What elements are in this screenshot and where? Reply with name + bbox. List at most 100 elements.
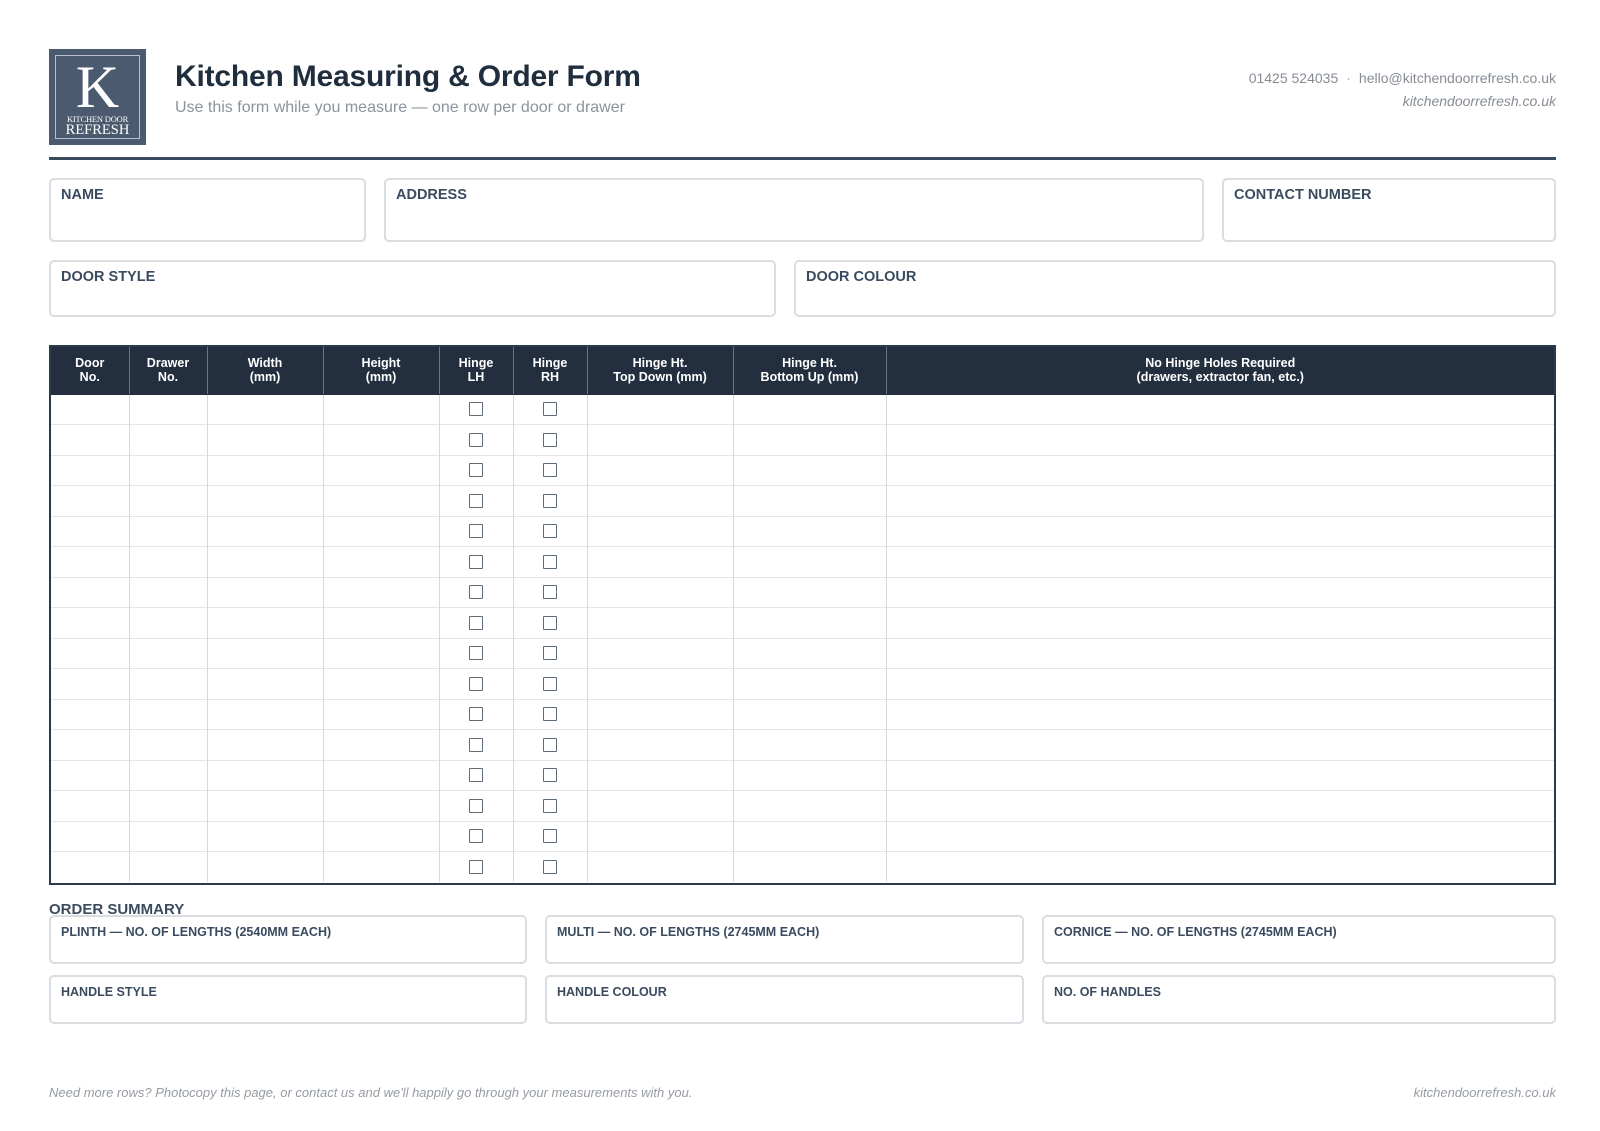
- table-cell[interactable]: [206, 515, 323, 547]
- table-cell[interactable]: [885, 668, 1554, 699]
- email-link[interactable]: hello@kitchendoorrefresh.co.uk: [1359, 70, 1556, 86]
- hinge-rh-checkbox[interactable]: [543, 585, 557, 600]
- table-cell[interactable]: [732, 607, 886, 638]
- table-cell[interactable]: [885, 576, 1554, 608]
- table-cell[interactable]: [732, 394, 886, 425]
- hinge-lh-checkbox[interactable]: [469, 493, 483, 508]
- hinge-lh-checkbox[interactable]: [469, 707, 483, 722]
- hinge-rh-checkbox[interactable]: [543, 524, 557, 539]
- table-cell[interactable]: [586, 820, 733, 852]
- hinge-rh-checkbox[interactable]: [543, 676, 557, 691]
- table-cell[interactable]: [322, 607, 439, 638]
- table-cell[interactable]: [885, 454, 1554, 486]
- hinge-lh-checkbox[interactable]: [469, 432, 483, 447]
- table-cell[interactable]: [732, 576, 886, 608]
- table-cell[interactable]: [206, 790, 323, 821]
- name-field[interactable]: NAME: [49, 178, 366, 242]
- table-cell[interactable]: [51, 576, 129, 608]
- table-cell[interactable]: [732, 729, 886, 760]
- table-cell[interactable]: [322, 820, 439, 852]
- phone-number[interactable]: 01425 524035: [1249, 70, 1339, 86]
- table-cell[interactable]: [51, 851, 129, 882]
- hinge-rh-checkbox[interactable]: [543, 402, 557, 417]
- table-cell[interactable]: [51, 607, 129, 638]
- table-cell[interactable]: [885, 546, 1554, 577]
- table-cell[interactable]: [322, 759, 439, 791]
- table-cell[interactable]: [586, 576, 733, 608]
- hinge-lh-checkbox[interactable]: [469, 615, 483, 630]
- table-cell[interactable]: [322, 668, 439, 699]
- table-cell[interactable]: [206, 394, 323, 425]
- hinge-rh-checkbox[interactable]: [543, 554, 557, 569]
- table-cell[interactable]: [732, 759, 886, 791]
- hinge-rh-checkbox[interactable]: [543, 859, 557, 874]
- table-cell[interactable]: [586, 546, 733, 577]
- hinge-rh-checkbox[interactable]: [543, 737, 557, 752]
- website-link[interactable]: kitchendoorrefresh.co.uk: [1249, 90, 1556, 113]
- hinge-lh-checkbox[interactable]: [469, 463, 483, 478]
- contact-number-field[interactable]: CONTACT NUMBER: [1222, 178, 1556, 242]
- hinge-lh-checkbox[interactable]: [469, 737, 483, 752]
- table-cell[interactable]: [128, 546, 207, 577]
- table-cell[interactable]: [885, 698, 1554, 730]
- hinge-rh-checkbox[interactable]: [543, 432, 557, 447]
- table-cell[interactable]: [322, 424, 439, 455]
- table-cell[interactable]: [885, 790, 1554, 821]
- table-cell[interactable]: [51, 790, 129, 821]
- address-field[interactable]: ADDRESS: [384, 178, 1204, 242]
- table-cell[interactable]: [128, 394, 207, 425]
- door-colour-field[interactable]: DOOR COLOUR: [794, 260, 1556, 317]
- table-cell[interactable]: [128, 454, 207, 486]
- table-cell[interactable]: [128, 851, 207, 882]
- hinge-rh-checkbox[interactable]: [543, 615, 557, 630]
- table-cell[interactable]: [206, 729, 323, 760]
- table-cell[interactable]: [51, 637, 129, 669]
- table-cell[interactable]: [206, 759, 323, 791]
- hinge-lh-checkbox[interactable]: [469, 676, 483, 691]
- table-cell[interactable]: [885, 424, 1554, 455]
- table-cell[interactable]: [206, 698, 323, 730]
- table-cell[interactable]: [51, 820, 129, 852]
- table-cell[interactable]: [51, 759, 129, 791]
- table-cell[interactable]: [732, 698, 886, 730]
- table-cell[interactable]: [586, 394, 733, 425]
- table-cell[interactable]: [206, 851, 323, 882]
- table-cell[interactable]: [51, 668, 129, 699]
- table-cell[interactable]: [322, 851, 439, 882]
- table-cell[interactable]: [322, 637, 439, 669]
- table-cell[interactable]: [51, 515, 129, 547]
- handle-colour-field[interactable]: HANDLE COLOUR: [545, 975, 1024, 1024]
- table-cell[interactable]: [732, 851, 886, 882]
- table-cell[interactable]: [322, 394, 439, 425]
- hinge-rh-checkbox[interactable]: [543, 463, 557, 478]
- table-cell[interactable]: [206, 576, 323, 608]
- table-cell[interactable]: [586, 729, 733, 760]
- hinge-rh-checkbox[interactable]: [543, 646, 557, 661]
- table-cell[interactable]: [885, 637, 1554, 669]
- table-cell[interactable]: [128, 424, 207, 455]
- table-cell[interactable]: [885, 729, 1554, 760]
- table-cell[interactable]: [885, 759, 1554, 791]
- table-cell[interactable]: [322, 698, 439, 730]
- table-cell[interactable]: [128, 820, 207, 852]
- table-cell[interactable]: [586, 668, 733, 699]
- hinge-lh-checkbox[interactable]: [469, 524, 483, 539]
- table-cell[interactable]: [322, 790, 439, 821]
- table-cell[interactable]: [128, 790, 207, 821]
- table-cell[interactable]: [128, 698, 207, 730]
- table-cell[interactable]: [586, 698, 733, 730]
- table-cell[interactable]: [885, 820, 1554, 852]
- table-cell[interactable]: [206, 637, 323, 669]
- handle-style-field[interactable]: HANDLE STYLE: [49, 975, 527, 1024]
- table-cell[interactable]: [51, 394, 129, 425]
- table-cell[interactable]: [885, 394, 1554, 425]
- table-cell[interactable]: [206, 454, 323, 486]
- table-cell[interactable]: [732, 637, 886, 669]
- table-cell[interactable]: [128, 576, 207, 608]
- hinge-lh-checkbox[interactable]: [469, 768, 483, 783]
- table-cell[interactable]: [128, 729, 207, 760]
- table-cell[interactable]: [885, 515, 1554, 547]
- table-cell[interactable]: [586, 790, 733, 821]
- table-cell[interactable]: [586, 759, 733, 791]
- hinge-rh-checkbox[interactable]: [543, 829, 557, 844]
